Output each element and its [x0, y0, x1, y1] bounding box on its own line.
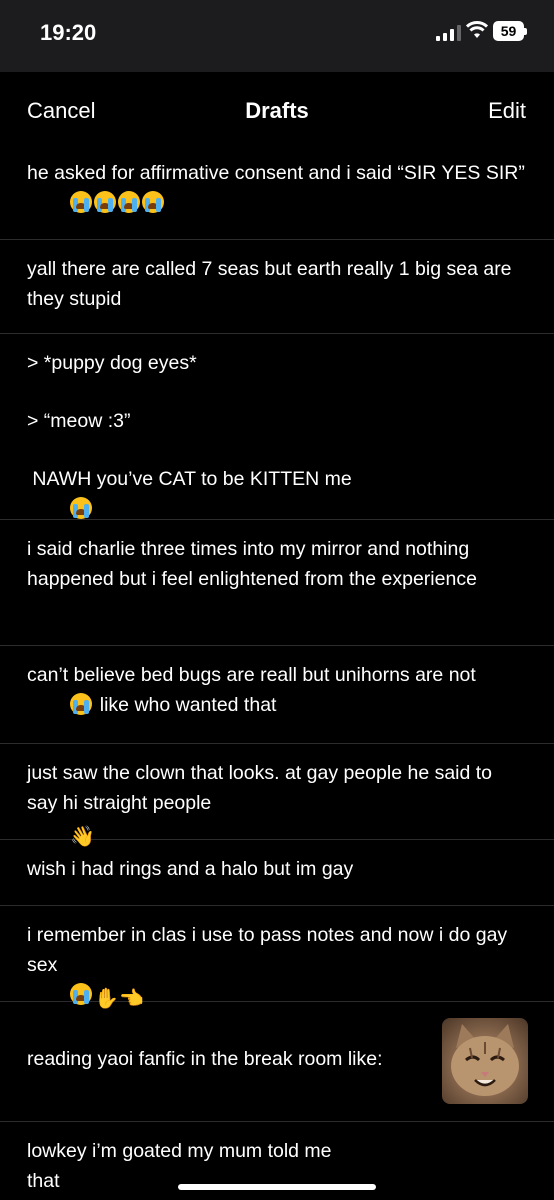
draft-text: > *puppy dog eyes*	[27, 352, 197, 374]
crying-face-icon	[118, 191, 141, 213]
draft-text: i remember in clas i use to pass notes a…	[27, 924, 513, 976]
edit-button[interactable]: Edit	[488, 98, 526, 124]
draft-item[interactable]: i remember in clas i use to pass notes a…	[0, 906, 554, 1010]
draft-item[interactable]: i said charlie three times into my mirro…	[0, 520, 554, 646]
home-indicator[interactable]	[178, 1184, 376, 1190]
draft-text: he asked for affirmative consent and i s…	[27, 162, 525, 184]
draft-text: wish i had rings and a halo but im gay	[27, 858, 354, 880]
status-bar: 19:20 59	[0, 0, 554, 72]
draft-text: just saw the clown that looks. at gay pe…	[27, 762, 498, 814]
draft-text: i said charlie three times into my mirro…	[27, 538, 477, 590]
cellular-signal-icon	[436, 25, 461, 41]
draft-item[interactable]: yall there are called 7 seas but earth r…	[0, 240, 554, 334]
crying-face-icon	[70, 693, 93, 715]
battery-icon: 59	[493, 21, 527, 41]
drafts-sheet: Cancel Drafts Edit he asked for affirmat…	[0, 78, 554, 1200]
draft-item[interactable]: just saw the clown that looks. at gay pe…	[0, 744, 554, 848]
draft-item[interactable]: reading yaoi fanfic in the break room li…	[0, 1002, 554, 1122]
draft-text: like who wanted that	[94, 694, 277, 716]
draft-item[interactable]: he asked for affirmative consent and i s…	[0, 144, 554, 240]
drafts-list: he asked for affirmative consent and i s…	[0, 144, 554, 1200]
draft-text: NAWH you’ve CAT to be KITTEN me	[27, 468, 352, 490]
wifi-icon	[466, 21, 488, 38]
draft-text: yall there are called 7 seas but earth r…	[27, 258, 517, 310]
cat-face-icon	[451, 1024, 519, 1096]
draft-item[interactable]: wish i had rings and a halo but im gay	[0, 840, 554, 906]
draft-item[interactable]: > *puppy dog eyes* > “meow :3” NAWH you’…	[0, 334, 554, 520]
nav-bar: Cancel Drafts Edit	[0, 78, 554, 144]
draft-text: can’t believe bed bugs are reall but uni…	[27, 664, 476, 686]
draft-text: > “meow :3”	[27, 410, 131, 432]
crying-face-icon	[70, 191, 93, 213]
crying-face-icon	[142, 191, 165, 213]
crying-face-icon	[70, 497, 93, 519]
draft-item[interactable]: can’t believe bed bugs are reall but uni…	[0, 646, 554, 744]
page-title: Drafts	[245, 98, 309, 123]
cat-photo-thumbnail[interactable]	[442, 1018, 528, 1104]
status-time: 19:20	[40, 20, 97, 45]
crying-face-icon	[94, 191, 117, 213]
